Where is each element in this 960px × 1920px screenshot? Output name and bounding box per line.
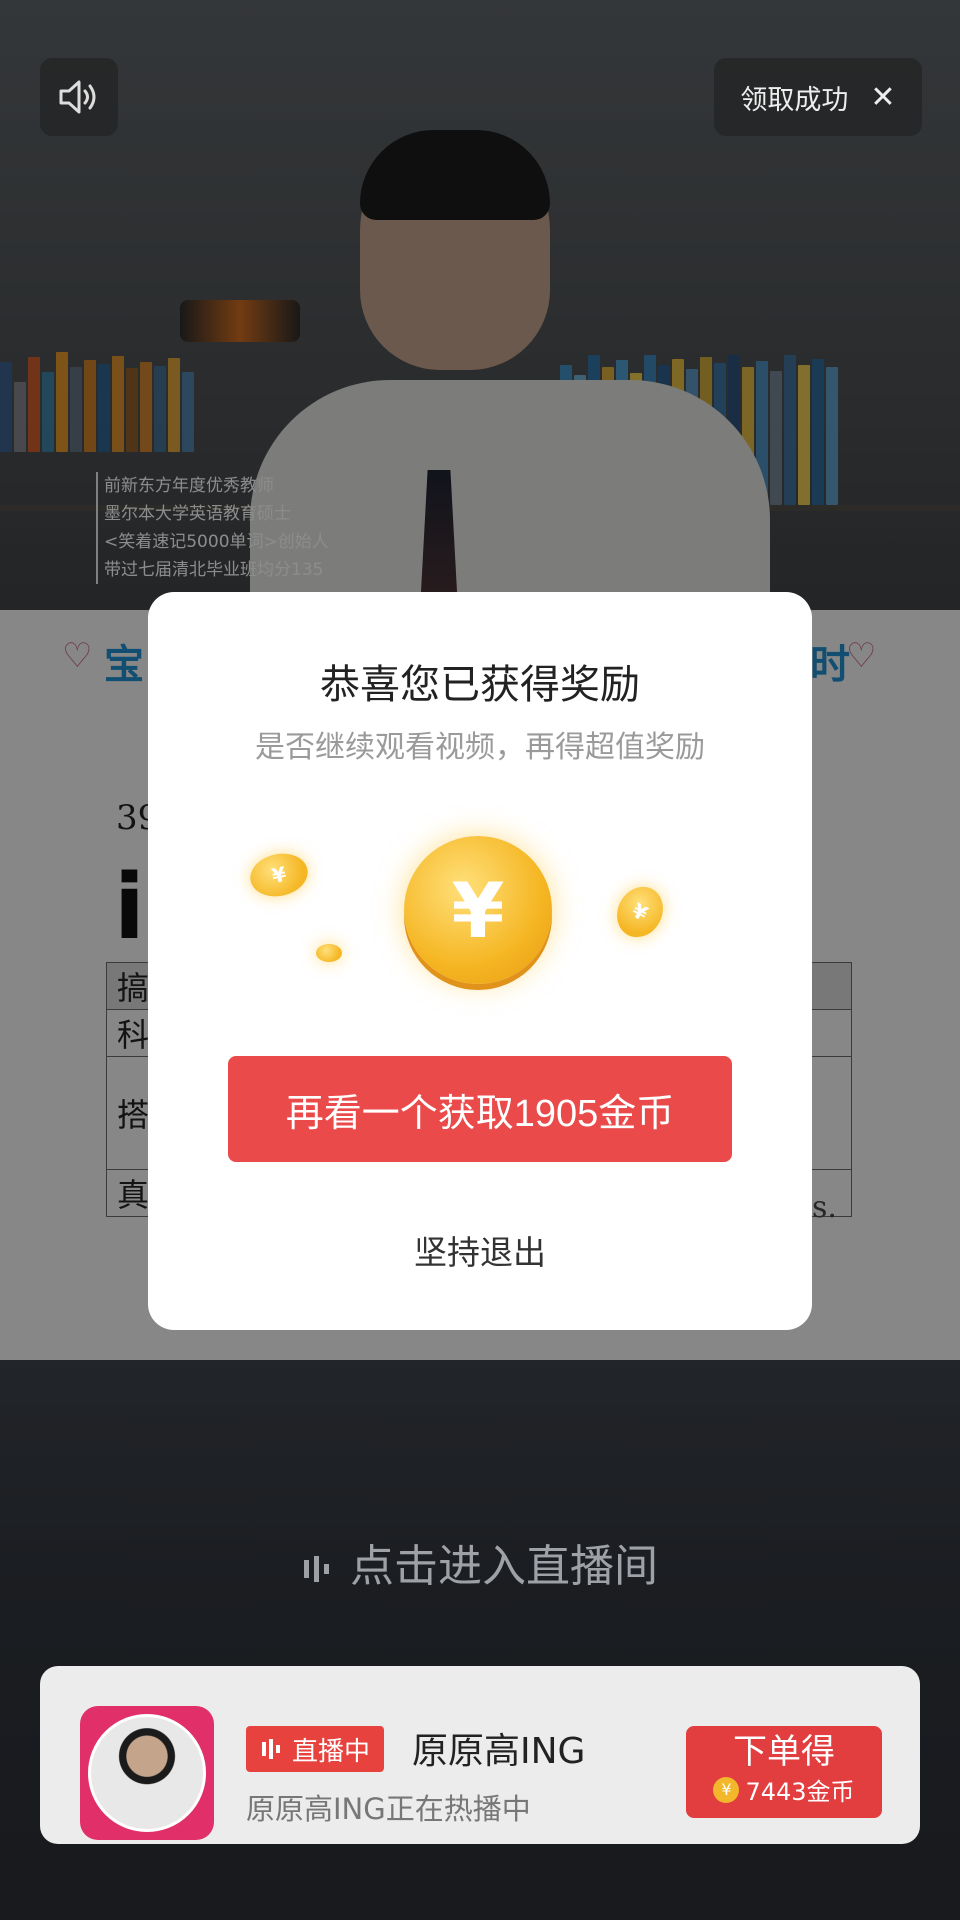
big-coin-icon: ¥ bbox=[404, 836, 552, 984]
watch-again-button[interactable]: 再看一个获取1905金币 bbox=[228, 1056, 732, 1162]
live-badge-label: 直播中 bbox=[292, 1736, 371, 1767]
order-title: 下单得 bbox=[733, 1732, 835, 1772]
anchor-avatar-frame[interactable] bbox=[80, 1706, 214, 1840]
anchor-name: 原原高ING bbox=[412, 1731, 586, 1772]
reward-status-text: 领取成功 bbox=[740, 84, 849, 116]
enter-live-text: 点击进入直播间 bbox=[350, 1541, 658, 1592]
avatar bbox=[88, 1714, 206, 1832]
order-coins: ¥ 7443金币 bbox=[686, 1772, 882, 1807]
order-button[interactable]: 下单得 ¥ 7443金币 bbox=[686, 1726, 882, 1818]
quit-button[interactable]: 坚持退出 bbox=[148, 1226, 812, 1274]
live-status-text: 原原高ING正在热播中 bbox=[246, 1792, 531, 1826]
order-coins-text: 7443金币 bbox=[745, 1778, 855, 1806]
coin-icon: ¥ bbox=[246, 848, 312, 902]
live-badge: 直播中 bbox=[246, 1726, 385, 1772]
live-card[interactable]: 直播中 原原高ING 原原高ING正在热播中 下单得 ¥ 7443金币 bbox=[40, 1666, 920, 1844]
dialog-subtitle: 是否继续观看视频，再得超值奖励 bbox=[255, 730, 705, 765]
reward-dialog: 恭喜您已获得奖励 是否继续观看视频，再得超值奖励 ¥ ¥ ¥ 再看一个获取190… bbox=[148, 592, 812, 1330]
close-icon[interactable]: ✕ bbox=[870, 80, 895, 115]
live-bars-icon bbox=[262, 1739, 280, 1759]
speaker-icon bbox=[59, 80, 96, 114]
dialog-title: 恭喜您已获得奖励 bbox=[320, 662, 640, 708]
coin-icon bbox=[316, 944, 342, 962]
live-bars-icon bbox=[304, 1556, 329, 1582]
reward-status-pill: 领取成功 ✕ bbox=[714, 58, 922, 136]
enter-live-room[interactable]: 点击进入直播间 bbox=[0, 1530, 960, 1594]
coin-icon: ¥ bbox=[608, 878, 672, 946]
coin-icon: ¥ bbox=[713, 1776, 740, 1803]
sound-button[interactable] bbox=[40, 58, 118, 136]
